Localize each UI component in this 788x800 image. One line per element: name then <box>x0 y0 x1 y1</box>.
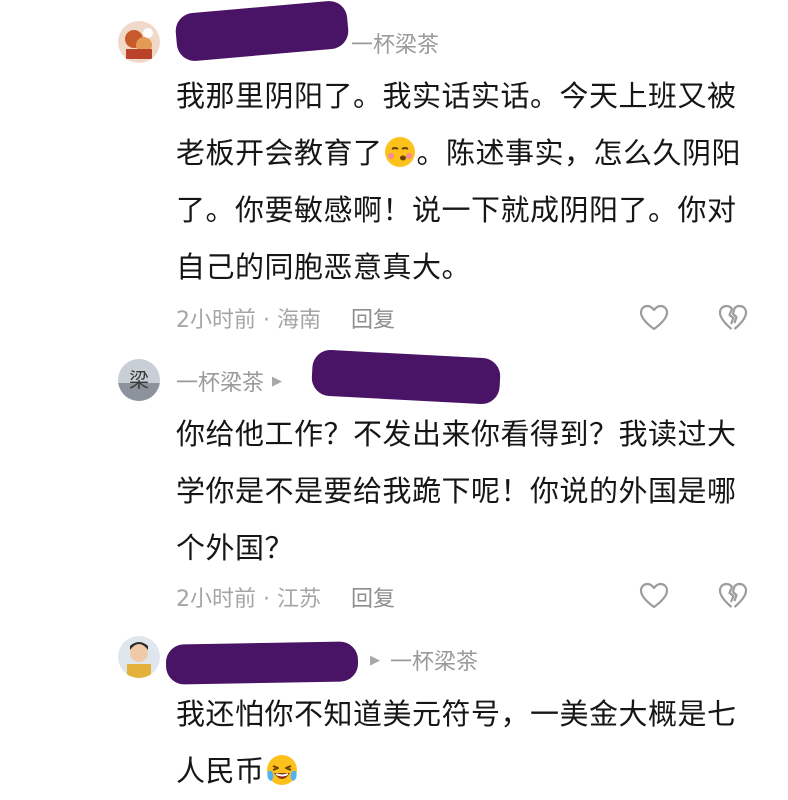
avatar[interactable]: 梁 <box>118 359 160 401</box>
comment-text: 我那里阴阳了。我实话实话。今天上班又被 老板开会教育了 。陈述事实，怎么久阴阳 … <box>176 68 741 296</box>
broken-heart-icon[interactable] <box>716 579 750 613</box>
reply-to-username[interactable]: 一杯梁茶 <box>351 27 439 59</box>
reply-to-username[interactable]: 一杯梁茶 <box>390 644 478 676</box>
heart-outline-icon[interactable] <box>637 301 671 335</box>
comment-text: 你给他工作？不发出来你看得到？我读过大 学你是不是要给我跪下呢！你说的外国是哪 … <box>176 406 737 577</box>
triangle-right-icon: ▶ <box>272 373 283 389</box>
avatar[interactable] <box>118 21 160 63</box>
redaction-mark <box>310 349 502 405</box>
comment-text-line: 我那里阴阳了。我实话实话。今天上班又被 <box>176 79 737 113</box>
broken-heart-icon[interactable] <box>716 301 750 335</box>
username[interactable]: 一杯梁茶 <box>176 365 264 397</box>
triangle-right-icon: ▶ <box>370 652 380 668</box>
heart-outline-icon[interactable] <box>637 579 671 613</box>
comment-meta: 2小时前 · 江苏 回复 <box>176 582 395 612</box>
redaction-mark <box>165 641 359 685</box>
comment-text-line: 老板开会教育了 。陈述事实，怎么久阴阳 <box>176 136 742 170</box>
svg-text:梁: 梁 <box>129 368 149 392</box>
comment-text-line: 我还怕你不知道美元符号，一美金大概是七 <box>176 697 737 731</box>
avatar[interactable] <box>118 636 160 678</box>
comment-meta: 2小时前 · 海南 回复 <box>176 303 395 333</box>
comment-text-line: 个外国？ <box>176 531 295 565</box>
comment-text-line: 你给他工作？不发出来你看得到？我读过大 <box>176 417 737 451</box>
timestamp-location: 2小时前 · 江苏 <box>176 587 321 612</box>
comment-text: 我还怕你不知道美元符号，一美金大概是七 人民币 <box>176 686 737 800</box>
comment-text-line: 人民币 <box>176 743 737 800</box>
reply-button[interactable]: 回复 <box>351 302 395 334</box>
comment-text-line: 了。你要敏感啊！说一下就成阴阳了。你对 <box>176 193 737 227</box>
comment-text-line: 学你是不是要给我跪下呢！你说的外国是哪 <box>176 474 737 508</box>
timestamp-location: 2小时前 · 海南 <box>176 308 321 333</box>
smirk-emoji-icon <box>384 137 415 167</box>
crying-laughing-emoji-icon <box>266 755 297 785</box>
comment-text-line: 自己的同胞恶意真大。 <box>176 250 472 284</box>
reply-button[interactable]: 回复 <box>351 581 395 613</box>
